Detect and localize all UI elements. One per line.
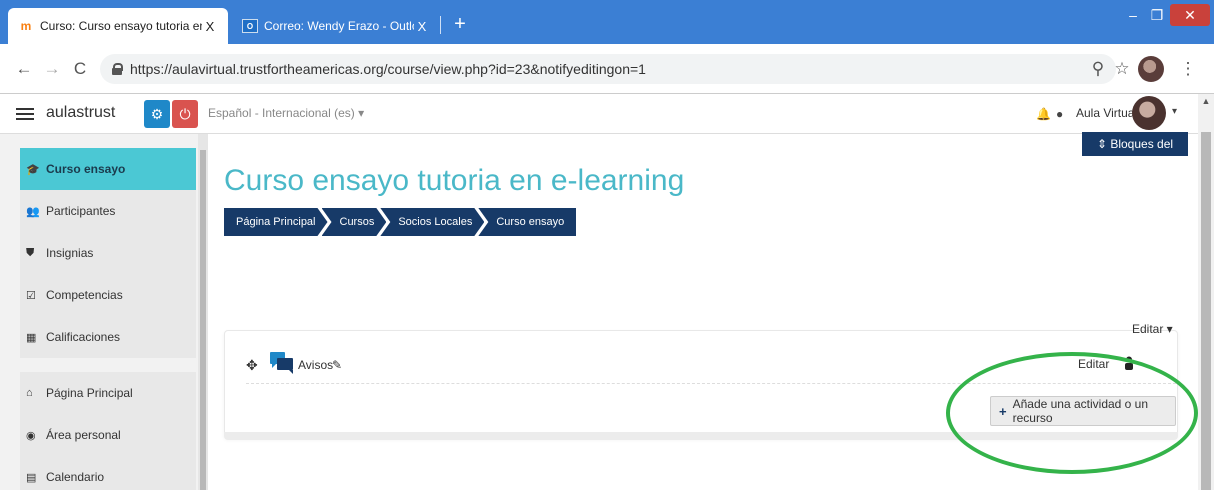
site-name[interactable]: aulastrust bbox=[46, 104, 115, 122]
move-icon[interactable]: ✥ bbox=[246, 357, 258, 374]
users-icon: 👥 bbox=[26, 205, 40, 218]
browser-tab-strip: m Curso: Curso ensayo tutoria en e X O C… bbox=[0, 0, 1214, 44]
gears-icon[interactable]: ⚙ bbox=[144, 100, 170, 128]
scroll-up-icon[interactable]: ▲ bbox=[1201, 96, 1211, 106]
power-icon[interactable]: ⏻ bbox=[172, 100, 198, 128]
drawer-item-pagina-principal[interactable]: ⌂ Página Principal bbox=[20, 372, 196, 414]
user-icon[interactable] bbox=[1124, 356, 1134, 370]
bookmark-star-icon[interactable]: ☆ bbox=[1110, 57, 1134, 81]
breadcrumb-item[interactable]: Curso ensayo bbox=[478, 208, 577, 236]
section-edit-menu[interactable]: Editar ▾ bbox=[1132, 322, 1173, 336]
address-bar[interactable]: https://aulavirtual.trustfortheamericas.… bbox=[100, 54, 1116, 84]
lock-icon bbox=[112, 63, 123, 75]
outlook-icon: O bbox=[242, 19, 258, 33]
activity-edit-menu[interactable]: Editar bbox=[1078, 357, 1109, 371]
chat-icon[interactable]: ● bbox=[1056, 107, 1070, 121]
drawer-item-label: Calendario bbox=[46, 470, 105, 484]
tab-correo[interactable]: O Correo: Wendy Erazo - Outlook X bbox=[232, 8, 440, 44]
bell-icon[interactable]: 🔔 bbox=[1036, 107, 1051, 121]
hamburger-menu-icon[interactable] bbox=[16, 106, 34, 122]
drawer-item-area-personal[interactable]: ◉ Área personal bbox=[20, 414, 196, 456]
drawer-item-label: Calificaciones bbox=[46, 330, 121, 344]
drawer-item-insignias[interactable]: ⛊ Insignias bbox=[20, 232, 196, 274]
table-icon: ▦ bbox=[26, 331, 37, 344]
reload-button[interactable]: C bbox=[68, 57, 92, 81]
browser-profile-avatar[interactable] bbox=[1138, 56, 1164, 82]
drawer-item-participantes[interactable]: 👥 Participantes bbox=[20, 190, 196, 232]
breadcrumb-item[interactable]: Socios Locales bbox=[380, 208, 484, 236]
activity-divider bbox=[246, 383, 1176, 384]
breadcrumb-item[interactable]: Cursos bbox=[322, 208, 387, 236]
language-selector[interactable]: Español - Internacional (es) ▾ bbox=[208, 106, 364, 120]
site-nav-group: ⌂ Página Principal ◉ Área personal ▤ Cal… bbox=[20, 372, 196, 490]
user-name[interactable]: Aula Virtual bbox=[1076, 106, 1137, 120]
drawer-item-curso-ensayo[interactable]: 🎓 Curso ensayo bbox=[20, 148, 196, 190]
tab-title: Curso: Curso ensayo tutoria en e bbox=[40, 19, 202, 33]
close-window-button[interactable]: ✕ bbox=[1170, 4, 1210, 26]
browser-menu-icon[interactable]: ⋮ bbox=[1176, 57, 1200, 81]
add-activity-button[interactable]: + Añade una actividad o un recurso bbox=[990, 396, 1176, 426]
drawer-item-label: Insignias bbox=[46, 246, 94, 260]
drawer-divider bbox=[20, 358, 196, 372]
tab-title: Correo: Wendy Erazo - Outlook bbox=[264, 19, 414, 33]
maximize-button[interactable]: ❐ bbox=[1146, 4, 1168, 26]
drawer-item-calendario[interactable]: ▤ Calendario bbox=[20, 456, 196, 490]
zoom-icon[interactable]: ⚲ bbox=[1086, 57, 1110, 81]
avatar[interactable] bbox=[1132, 96, 1166, 130]
breadcrumb-item[interactable]: Página Principal bbox=[224, 208, 328, 236]
drawer-item-competencias[interactable]: ☑ Competencias bbox=[20, 274, 196, 316]
chevron-down-icon[interactable]: ▾ bbox=[1172, 106, 1177, 117]
url-text: https://aulavirtual.trustfortheamericas.… bbox=[130, 61, 646, 77]
forward-button[interactable]: → bbox=[40, 57, 64, 81]
drawer-item-label: Participantes bbox=[46, 204, 116, 218]
checkbox-icon: ☑ bbox=[26, 289, 36, 302]
page-title: Curso ensayo tutoria en e-learning bbox=[224, 164, 685, 197]
moodle-navbar: aulastrust ⚙ ⏻ Español - Internacional (… bbox=[0, 94, 1198, 134]
drawer-item-label: Página Principal bbox=[46, 386, 133, 400]
breadcrumb: Página Principal Cursos Socios Locales C… bbox=[224, 208, 577, 236]
activity-link-avisos[interactable]: Avisos bbox=[298, 358, 333, 372]
course-nav-group: 🎓 Curso ensayo 👥 Participantes ⛊ Insigni… bbox=[20, 148, 196, 358]
scrollbar-thumb[interactable] bbox=[1201, 132, 1211, 490]
drawer-item-label: Área personal bbox=[46, 428, 121, 442]
drawer-item-calificaciones[interactable]: ▦ Calificaciones bbox=[20, 316, 196, 358]
back-button[interactable]: ← bbox=[12, 57, 36, 81]
tab-close-icon[interactable]: X bbox=[414, 19, 430, 34]
moodle-icon: m bbox=[20, 19, 32, 33]
minimize-button[interactable]: – bbox=[1122, 4, 1144, 26]
forum-icon bbox=[270, 352, 293, 374]
plus-icon: + bbox=[999, 403, 1007, 419]
new-tab-button[interactable]: + bbox=[448, 12, 472, 36]
pencil-icon[interactable]: ✎ bbox=[332, 358, 342, 372]
course-blocks-button[interactable]: ⇕ Bloques del Curso bbox=[1082, 132, 1188, 175]
tab-close-icon[interactable]: X bbox=[202, 19, 218, 34]
browser-toolbar: ← → C https://aulavirtual.trustfortheame… bbox=[0, 44, 1214, 94]
drawer-item-label: Curso ensayo bbox=[46, 162, 126, 176]
home-icon: ⌂ bbox=[26, 387, 33, 399]
graduation-cap-icon: 🎓 bbox=[26, 163, 40, 176]
nav-drawer: 🎓 Curso ensayo 👥 Participantes ⛊ Insigni… bbox=[0, 134, 208, 490]
shield-icon: ⛊ bbox=[26, 246, 35, 259]
drawer-item-label: Competencias bbox=[46, 288, 123, 302]
page-scrollbar[interactable]: ▲ bbox=[1198, 94, 1214, 490]
drawer-scrollbar[interactable] bbox=[198, 134, 208, 490]
calendar-icon: ▤ bbox=[26, 471, 37, 484]
add-activity-label: Añade una actividad o un recurso bbox=[1012, 397, 1149, 425]
dashboard-icon: ◉ bbox=[26, 429, 36, 442]
section-footer bbox=[224, 432, 1178, 440]
tab-curso[interactable]: m Curso: Curso ensayo tutoria en e X bbox=[8, 8, 228, 44]
tab-divider bbox=[440, 16, 441, 34]
